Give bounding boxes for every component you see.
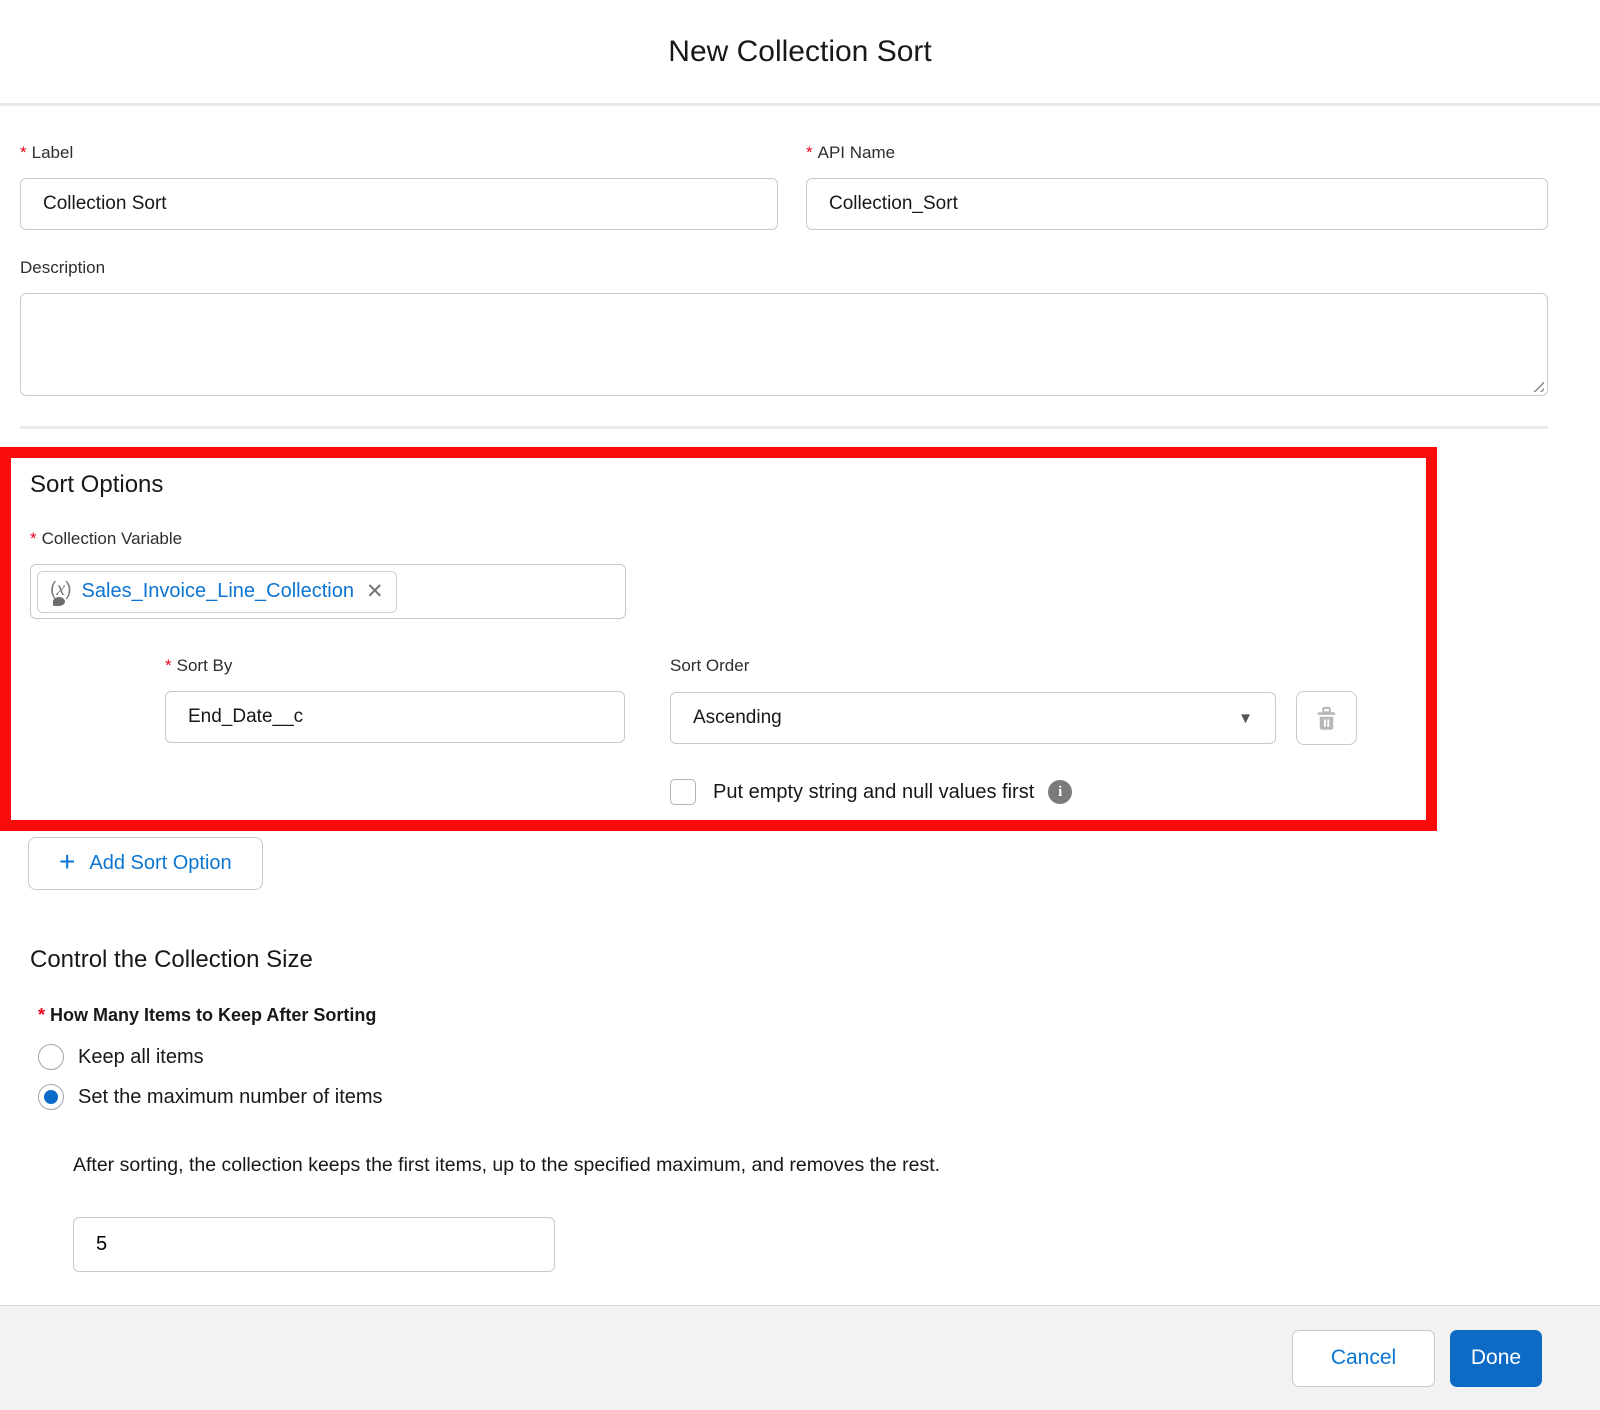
set-maximum-option: Set the maximum number of items (38, 1084, 1548, 1110)
collection-variable-pill[interactable]: (x) Sales_Invoice_Line_Collection ✕ (37, 571, 397, 613)
items-to-keep-label: * How Many Items to Keep After Sorting (38, 1005, 1548, 1026)
label-field-label: * Label (20, 143, 778, 163)
required-asterisk: * (30, 529, 37, 549)
required-asterisk: * (38, 1005, 45, 1026)
description-textarea-wrap (20, 293, 1548, 396)
trash-icon (1313, 705, 1340, 732)
sort-order-select[interactable]: Ascending ▼ (670, 692, 1276, 744)
sort-order-value: Ascending (693, 707, 782, 729)
dialog-footer: Cancel Done (0, 1305, 1600, 1410)
dialog-header: New Collection Sort (0, 0, 1600, 106)
keep-all-items-label: Keep all items (78, 1046, 204, 1069)
sort-by-group: * Sort By (165, 656, 625, 805)
description-textarea[interactable] (20, 293, 1548, 396)
sort-order-label: Sort Order (670, 656, 1357, 676)
max-items-input[interactable] (73, 1217, 555, 1272)
set-maximum-radio[interactable] (38, 1084, 64, 1110)
required-asterisk: * (165, 656, 172, 676)
add-sort-option-button[interactable]: + Add Sort Option (28, 837, 263, 890)
sort-by-input[interactable] (165, 691, 625, 743)
required-asterisk: * (806, 143, 813, 163)
null-values-checkbox-row: Put empty string and null values first i (670, 779, 1357, 805)
sort-order-group: Sort Order Ascending ▼ (670, 656, 1357, 805)
plus-icon: + (59, 848, 75, 876)
set-maximum-label: Set the maximum number of items (78, 1086, 383, 1109)
required-asterisk: * (20, 143, 27, 163)
collection-size-heading: Control the Collection Size (30, 945, 1548, 974)
page-title: New Collection Sort (668, 35, 931, 69)
chevron-down-icon: ▼ (1238, 710, 1253, 727)
variable-icon: (x) (50, 580, 72, 603)
dialog-body: * Label * API Name Description (0, 106, 1600, 1272)
api-name-field-label: * API Name (806, 143, 1548, 163)
max-items-helper-text: After sorting, the collection keeps the … (73, 1154, 1548, 1177)
sort-criteria-row: * Sort By Sort Order Ascending ▼ (165, 656, 1548, 805)
name-fields-row: * Label * API Name (20, 143, 1548, 230)
keep-all-items-option: Keep all items (38, 1044, 1548, 1070)
add-sort-option-label: Add Sort Option (89, 852, 231, 875)
description-field-label: Description (20, 258, 1548, 278)
api-name-input[interactable] (806, 178, 1548, 230)
description-field-group: Description (20, 258, 1548, 396)
keep-all-items-radio[interactable] (38, 1044, 64, 1070)
api-name-field-group: * API Name (806, 143, 1548, 230)
label-field-group: * Label (20, 143, 778, 230)
sort-order-row: Ascending ▼ (670, 691, 1357, 745)
collection-variable-label: * Collection Variable (30, 529, 1548, 549)
cancel-button[interactable]: Cancel (1292, 1330, 1435, 1387)
sort-options-heading: Sort Options (30, 471, 1548, 499)
done-button[interactable]: Done (1450, 1330, 1542, 1387)
collection-variable-combobox[interactable]: (x) Sales_Invoice_Line_Collection ✕ (30, 564, 626, 619)
info-icon[interactable]: i (1048, 780, 1072, 804)
null-values-checkbox[interactable] (670, 779, 696, 805)
null-values-checkbox-label: Put empty string and null values first (713, 781, 1034, 804)
delete-sort-option-button[interactable] (1296, 691, 1357, 745)
sort-options-section: Sort Options * Collection Variable (x) S… (20, 471, 1548, 805)
remove-pill-icon[interactable]: ✕ (366, 581, 384, 602)
label-input[interactable] (20, 178, 778, 230)
collection-variable-value[interactable]: Sales_Invoice_Line_Collection (82, 580, 354, 603)
new-collection-sort-dialog: New Collection Sort * Label * API Name (0, 0, 1600, 1410)
sort-by-label: * Sort By (165, 656, 625, 676)
section-divider (20, 426, 1548, 429)
